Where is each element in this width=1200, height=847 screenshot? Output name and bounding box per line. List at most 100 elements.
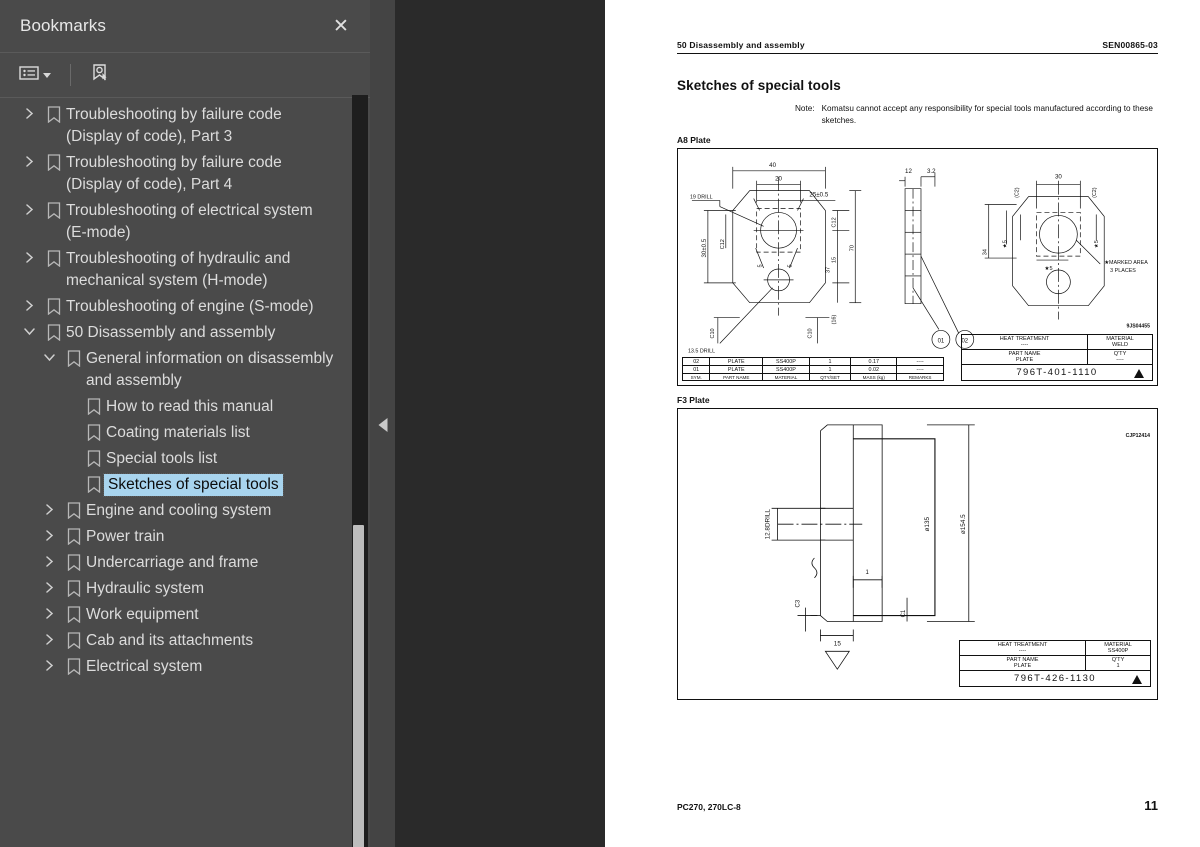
bookmark-item-label: Sketches of special tools (103, 473, 284, 497)
toolbar-divider (70, 64, 71, 86)
bookmark-icon (82, 396, 106, 415)
bookmark-icon (42, 200, 66, 219)
table-row: 02 PLATE SS400P 1 0.17 ---- (681, 357, 944, 366)
bookmark-item[interactable]: Hydraulic system (0, 576, 370, 602)
bookmark-item[interactable]: Troubleshooting of electrical system (E-… (0, 198, 370, 246)
chevron-right-icon[interactable] (36, 604, 62, 619)
f3-title-block: HEAT TREATMENT ---- MATERIAL SS400P PART… (958, 640, 1151, 687)
svg-text:(C2): (C2) (1015, 187, 1021, 198)
chevron-right-icon[interactable] (36, 552, 62, 567)
chevron-down-icon[interactable] (16, 322, 42, 337)
bookmark-options-button[interactable] (14, 61, 56, 90)
bookmarks-sidebar: Bookmarks ✕ Troubleshooting by failure c… (0, 0, 370, 847)
svg-text:C12: C12 (720, 239, 726, 249)
page-note: Note: Komatsu cannot accept any responsi… (795, 103, 1158, 126)
bookmark-icon (82, 422, 106, 441)
bookmark-item[interactable]: Troubleshooting of engine (S-mode) (0, 294, 370, 320)
bookmark-icon (62, 526, 86, 545)
svg-text:C3: C3 (795, 599, 801, 607)
svg-text:37: 37 (825, 267, 831, 273)
chevron-right-icon[interactable] (16, 104, 42, 119)
chevron-right-icon[interactable] (36, 500, 62, 515)
chevron-right-icon[interactable] (16, 152, 42, 167)
svg-text:9JS04455: 9JS04455 (1126, 323, 1150, 329)
bookmark-item[interactable]: Special tools list (0, 446, 370, 472)
page-running-head: 50 Disassembly and assembly SEN00865-03 (677, 40, 1158, 54)
f3-part-name-value: PLATE (1013, 663, 1032, 669)
bookmark-item[interactable]: Undercarriage and frame (0, 550, 370, 576)
bookmark-item[interactable]: Power train (0, 524, 370, 550)
bookmark-icon (42, 248, 66, 267)
svg-text:15: 15 (834, 640, 842, 647)
chevron-right-icon[interactable] (36, 656, 62, 671)
bookmark-icon (62, 578, 86, 597)
collapse-sidebar-handle[interactable] (378, 418, 387, 432)
find-bookmark-button[interactable] (85, 59, 115, 92)
bookmark-item-label: Work equipment (86, 606, 199, 623)
bookmark-icon (62, 552, 86, 571)
bookmark-item[interactable]: Engine and cooling system (0, 498, 370, 524)
note-text: Komatsu cannot accept any responsibility… (821, 104, 1153, 125)
bookmark-item[interactable]: 50 Disassembly and assembly (0, 320, 370, 346)
list-options-icon (19, 65, 39, 86)
close-icon[interactable]: ✕ (328, 13, 354, 39)
chevron-right-icon[interactable] (16, 248, 42, 263)
bookmark-item[interactable]: Troubleshooting of hydraulic and mechani… (0, 246, 370, 294)
sidebar-scrollbar-track[interactable] (352, 95, 368, 847)
svg-text:★MARKED AREA: ★MARKED AREA (1104, 260, 1148, 266)
table-header-cell: MASS (kg) (850, 373, 898, 381)
svg-text:ø154.5: ø154.5 (960, 514, 967, 534)
svg-text:C1: C1 (901, 609, 907, 617)
bookmark-item[interactable]: General information on disassembly and a… (0, 346, 370, 394)
chevron-right-icon[interactable] (36, 630, 62, 645)
bookmarks-tree[interactable]: Troubleshooting by failure code (Display… (0, 98, 370, 847)
table-header-cell: PART NAME (709, 373, 764, 381)
chevron-down-icon[interactable] (36, 348, 62, 363)
table-cell: ---- (896, 365, 944, 374)
chevron-right-icon[interactable] (36, 578, 62, 593)
svg-text:★5: ★5 (1093, 240, 1100, 248)
bookmark-item-label: Electrical system (86, 658, 203, 675)
f3-material-value: SS400P (1107, 648, 1129, 654)
svg-text:3 PLACES: 3 PLACES (1110, 268, 1136, 274)
bookmark-item-label: Troubleshooting of electrical system (E-… (66, 202, 313, 241)
bookmark-item[interactable]: Sketches of special tools (0, 472, 370, 498)
svg-text:30±0.5: 30±0.5 (701, 238, 708, 257)
bookmark-icon (62, 500, 86, 519)
bookmark-item-label: Engine and cooling system (86, 502, 272, 519)
bookmark-item[interactable]: How to read this manual (0, 394, 370, 420)
bookmark-item[interactable]: Troubleshooting by failure code (Display… (0, 102, 370, 150)
bookmark-item[interactable]: Coating materials list (0, 420, 370, 446)
svg-text:30: 30 (1055, 174, 1062, 181)
bookmark-icon (42, 322, 66, 341)
svg-text:19 DRILL: 19 DRILL (690, 195, 713, 201)
bookmark-item[interactable]: Troubleshooting by failure code (Display… (0, 150, 370, 198)
table-header-cell: MATERIAL (762, 373, 810, 381)
revision-triangle-icon (1134, 369, 1144, 378)
document-viewer[interactable]: 50 Disassembly and assembly SEN00865-03 … (395, 0, 1200, 847)
chevron-right-icon[interactable] (16, 200, 42, 215)
bookmarks-panel-title: Bookmarks (20, 16, 106, 35)
chevron-right-icon[interactable] (16, 296, 42, 311)
page-footer: PC270, 270LC-8 11 (677, 798, 1158, 813)
bookmark-item-label: Troubleshooting of engine (S-mode) (66, 298, 314, 315)
chevron-right-icon[interactable] (36, 526, 62, 541)
bookmark-icon (42, 104, 66, 123)
a8-heat-treatment-value: ---- (1020, 342, 1029, 348)
table-cell: 0.02 (850, 365, 898, 374)
table-header-cell: REMARKS (896, 373, 944, 381)
bookmark-item-label: General information on disassembly and a… (86, 350, 334, 389)
sidebar-scrollbar-thumb[interactable] (353, 525, 364, 847)
pdf-page: 50 Disassembly and assembly SEN00865-03 … (605, 0, 1200, 847)
sidebar-divider (370, 0, 395, 847)
bookmark-item[interactable]: Work equipment (0, 602, 370, 628)
svg-text:C10: C10 (710, 328, 716, 338)
bookmark-item[interactable]: Electrical system (0, 654, 370, 680)
svg-text:12.8DRILL: 12.8DRILL (765, 509, 772, 540)
svg-text:(C2): (C2) (1092, 187, 1098, 198)
bookmark-item[interactable]: Cab and its attachments (0, 628, 370, 654)
svg-text:25±0.5: 25±0.5 (809, 192, 828, 199)
